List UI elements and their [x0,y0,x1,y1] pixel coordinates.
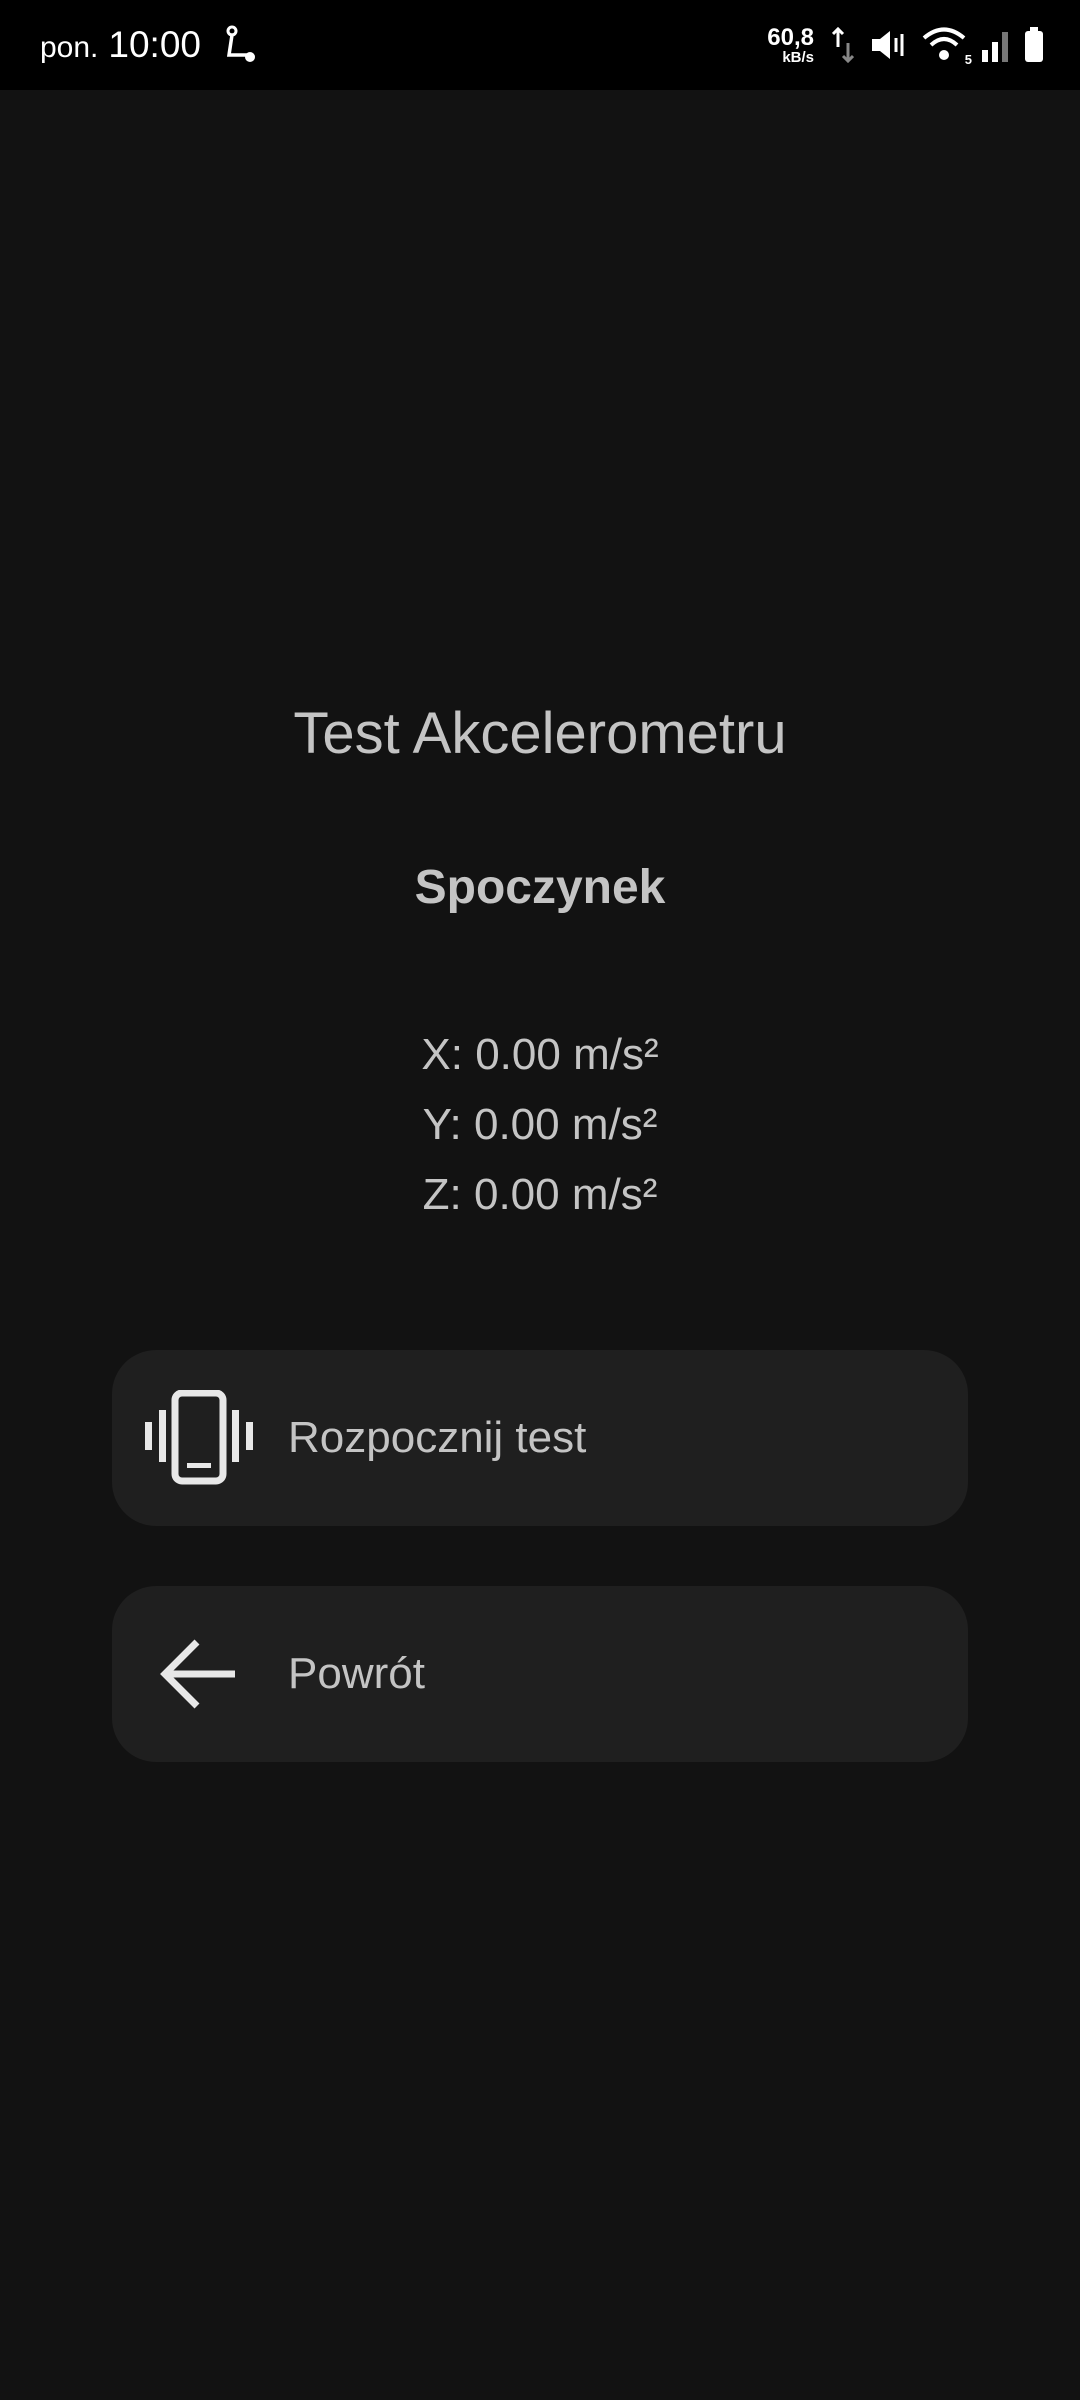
motion-state: Spoczynek [414,861,666,914]
reading-x: X: 0.00 m/s² [421,1030,659,1079]
status-time: 10:00 [108,24,201,65]
network-speed: 60,8 kB/s [767,23,814,66]
page-title: Test Akcelerometru [293,701,787,766]
accelerometer-readings: X: 0.00 m/s² Y: 0.00 m/s² Z: 0.00 m/s² [0,1020,1080,1230]
vibrate-mode-icon [872,31,904,59]
wifi-badge: 5 [964,52,972,67]
data-transfer-icon [832,26,854,64]
network-speed-unit: kB/s [782,48,814,66]
battery-icon [1025,27,1043,62]
status-bar-left: pon. 10:00 [40,0,257,90]
wifi-icon: 5 [922,27,972,67]
back-button[interactable]: Powrót [112,1586,968,1762]
reading-y: Y: 0.00 m/s² [422,1100,658,1149]
network-speed-value: 60,8 [767,23,814,51]
status-bar: pon. 10:00 60,8 kB/s 5 [0,0,1080,90]
vibrate-phone-icon [144,1383,254,1493]
status-bar-right: 60,8 kB/s 5 [767,0,1044,90]
signal-icon [982,32,1008,62]
back-label: Powrót [288,1649,425,1698]
status-day: pon. [40,31,99,64]
notification-icon [226,25,255,62]
start-test-label: Rozpocznij test [288,1413,587,1462]
start-test-button[interactable]: Rozpocznij test [112,1350,968,1526]
reading-z: Z: 0.00 m/s² [422,1170,658,1219]
arrow-left-icon [144,1619,254,1729]
